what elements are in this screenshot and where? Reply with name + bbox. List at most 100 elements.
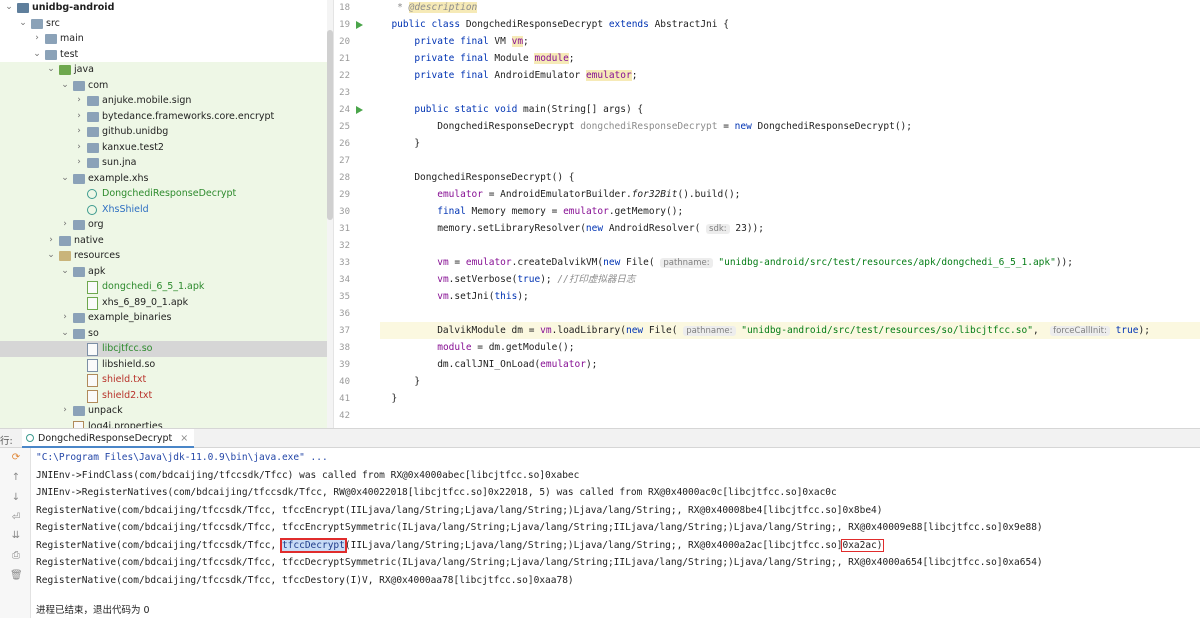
tree-item-log4j-properties[interactable]: log4j.properties bbox=[0, 418, 327, 428]
chevron-down-icon[interactable]: ⌄ bbox=[60, 171, 70, 187]
tree-item-resources[interactable]: ⌄ resources bbox=[0, 248, 327, 264]
scroll-down-icon[interactable]: ↓ bbox=[10, 492, 22, 503]
code-token: private final bbox=[414, 70, 495, 81]
tree-item-example-xhs[interactable]: ⌄ example.xhs bbox=[0, 170, 327, 187]
soft-wrap-icon[interactable]: ⏎ bbox=[10, 512, 22, 523]
run-tab[interactable]: DongchediResponseDecrypt × bbox=[22, 429, 195, 448]
line-number: 20 bbox=[339, 37, 350, 47]
selected-text-highlight[interactable]: tfccDecrypt bbox=[279, 537, 347, 553]
chevron-down-icon[interactable]: ⌄ bbox=[46, 248, 56, 264]
scroll-to-end-icon[interactable]: ⇊ bbox=[10, 530, 22, 541]
code-token: ().build(); bbox=[677, 189, 741, 200]
tree-item-com[interactable]: ⌄ com bbox=[0, 77, 327, 94]
chevron-right-icon[interactable]: › bbox=[74, 140, 84, 156]
tree-item-src[interactable]: ⌄ src bbox=[0, 16, 327, 32]
code-token: AndroidResolver( bbox=[608, 223, 707, 234]
code-token: VM bbox=[494, 36, 512, 47]
tree-item-shield-txt[interactable]: shield.txt bbox=[0, 372, 327, 388]
tree-item-so[interactable]: ⌄ so bbox=[0, 325, 327, 342]
tree-item-unpack[interactable]: › unpack bbox=[0, 403, 327, 419]
code-token: emulator bbox=[465, 257, 512, 268]
code-token: main(String[] args) { bbox=[523, 104, 644, 115]
chevron-right-icon[interactable]: › bbox=[46, 233, 56, 249]
close-icon[interactable]: × bbox=[180, 433, 188, 444]
tree-item-bytedance-frameworks-core-encrypt[interactable]: › bytedance.frameworks.core.encrypt bbox=[0, 108, 327, 125]
chevron-down-icon[interactable]: ⌄ bbox=[60, 264, 70, 280]
code-line: DalvikModule dm = vm.loadLibrary(new Fil… bbox=[380, 322, 1200, 339]
code-token: "unidbg-android/src/test/resources/so/li… bbox=[741, 325, 1033, 336]
rerun-icon[interactable]: ⟳ bbox=[10, 452, 22, 463]
chevron-right-icon[interactable]: › bbox=[74, 109, 84, 125]
tree-item-unidbg-android[interactable]: ⌄ unidbg-android bbox=[0, 0, 327, 16]
chevron-right-icon[interactable]: › bbox=[32, 31, 42, 47]
code-editor[interactable]: * @description public class DongchediRes… bbox=[380, 0, 1200, 428]
code-token: vm bbox=[437, 291, 449, 302]
text-file-icon bbox=[87, 374, 98, 387]
chevron-down-icon[interactable]: ⌄ bbox=[60, 326, 70, 342]
code-line: public static void main(String[] args) { bbox=[380, 101, 1200, 118]
tree-item-kanxue-test2[interactable]: › kanxue.test2 bbox=[0, 139, 327, 156]
tree-item-label: libshield.so bbox=[102, 358, 156, 370]
code-token: )); bbox=[1055, 257, 1073, 268]
code-token: .setVerbose( bbox=[448, 274, 518, 285]
chevron-right-icon[interactable]: › bbox=[60, 310, 70, 326]
chevron-down-icon[interactable]: ⌄ bbox=[46, 62, 56, 78]
tree-item-native[interactable]: › native bbox=[0, 232, 327, 249]
chevron-right-icon[interactable]: › bbox=[60, 403, 70, 419]
tree-item-org[interactable]: › org bbox=[0, 217, 327, 233]
tree-item-anjuke-mobile-sign[interactable]: › anjuke.mobile.sign bbox=[0, 93, 327, 109]
run-console[interactable]: "C:\Program Files\Java\jdk-11.0.9\bin\ja… bbox=[36, 449, 1196, 618]
chevron-right-icon[interactable]: › bbox=[74, 93, 84, 109]
code-token: //打印虚拟器日志 bbox=[557, 274, 636, 285]
package-icon bbox=[87, 158, 99, 168]
code-token: } bbox=[391, 138, 421, 149]
tree-item-xhs-6-89-0-1-apk[interactable]: xhs_6_89_0_1.apk bbox=[0, 294, 327, 310]
code-token: memory.setLibraryResolver( bbox=[391, 223, 586, 234]
chevron-right-icon[interactable]: › bbox=[60, 217, 70, 233]
project-tree-scrollbar-thumb[interactable] bbox=[327, 30, 333, 220]
chevron-down-icon[interactable]: ⌄ bbox=[18, 16, 28, 32]
tree-item-label: apk bbox=[88, 265, 106, 277]
console-line: RegisterNative(com/bdcaijing/tfccsdk/Tfc… bbox=[36, 557, 1043, 568]
tree-item-dongchedi-6-5-1-apk[interactable]: dongchedi_6_5_1.apk bbox=[0, 279, 327, 295]
tree-item-label: java bbox=[74, 64, 94, 75]
tree-item-label: XhsShield bbox=[102, 203, 149, 215]
code-token: DongchediResponseDecrypt bbox=[465, 19, 609, 30]
code-line: } bbox=[380, 135, 1200, 152]
tree-item-libshield-so[interactable]: libshield.so bbox=[0, 356, 327, 372]
chevron-right-icon[interactable]: › bbox=[74, 124, 84, 140]
print-icon[interactable]: ⎙ bbox=[10, 550, 22, 561]
tree-item-dongchediresponsedecrypt[interactable]: DongchediResponseDecrypt bbox=[0, 186, 327, 202]
run-toolbar: ⟳ ↑ ↓ ⏎ ⇊ ⎙ 🗑 bbox=[0, 448, 31, 618]
tree-item-main[interactable]: › main bbox=[0, 31, 327, 47]
chevron-down-icon[interactable]: ⌄ bbox=[4, 0, 14, 16]
scroll-up-icon[interactable]: ↑ bbox=[10, 472, 22, 483]
run-gutter-icon[interactable] bbox=[356, 106, 363, 114]
trash-icon[interactable]: 🗑 bbox=[10, 570, 23, 581]
chevron-down-icon[interactable]: ⌄ bbox=[32, 47, 42, 63]
tree-item-test[interactable]: ⌄ test bbox=[0, 47, 327, 63]
tree-item-xhsshield[interactable]: XhsShield bbox=[0, 201, 327, 217]
tree-item-libcjtfcc-so[interactable]: libcjtfcc.so bbox=[0, 341, 327, 357]
tree-item-example-binaries[interactable]: › example_binaries bbox=[0, 310, 327, 326]
tree-item-label: libcjtfcc.so bbox=[102, 343, 153, 354]
tree-item-github-unidbg[interactable]: › github.unidbg bbox=[0, 124, 327, 140]
chevron-right-icon[interactable]: › bbox=[74, 155, 84, 171]
tree-item-shield2-txt[interactable]: shield2.txt bbox=[0, 387, 327, 403]
line-number: 18 bbox=[339, 3, 350, 13]
tree-item-label: com bbox=[88, 79, 109, 91]
project-tree-scrollbar[interactable] bbox=[327, 0, 333, 428]
code-token: extends bbox=[608, 19, 655, 30]
tree-item-label: bytedance.frameworks.core.encrypt bbox=[102, 110, 275, 122]
code-token: ; bbox=[568, 53, 575, 64]
code-token: emulator bbox=[563, 206, 609, 217]
run-gutter-icon[interactable] bbox=[356, 21, 363, 29]
tree-item-java[interactable]: ⌄ java bbox=[0, 62, 327, 78]
apk-file-icon bbox=[87, 281, 98, 294]
tree-item-sun-jna[interactable]: › sun.jna bbox=[0, 155, 327, 171]
chevron-down-icon[interactable]: ⌄ bbox=[60, 78, 70, 94]
tree-item-apk[interactable]: ⌄ apk bbox=[0, 263, 327, 280]
